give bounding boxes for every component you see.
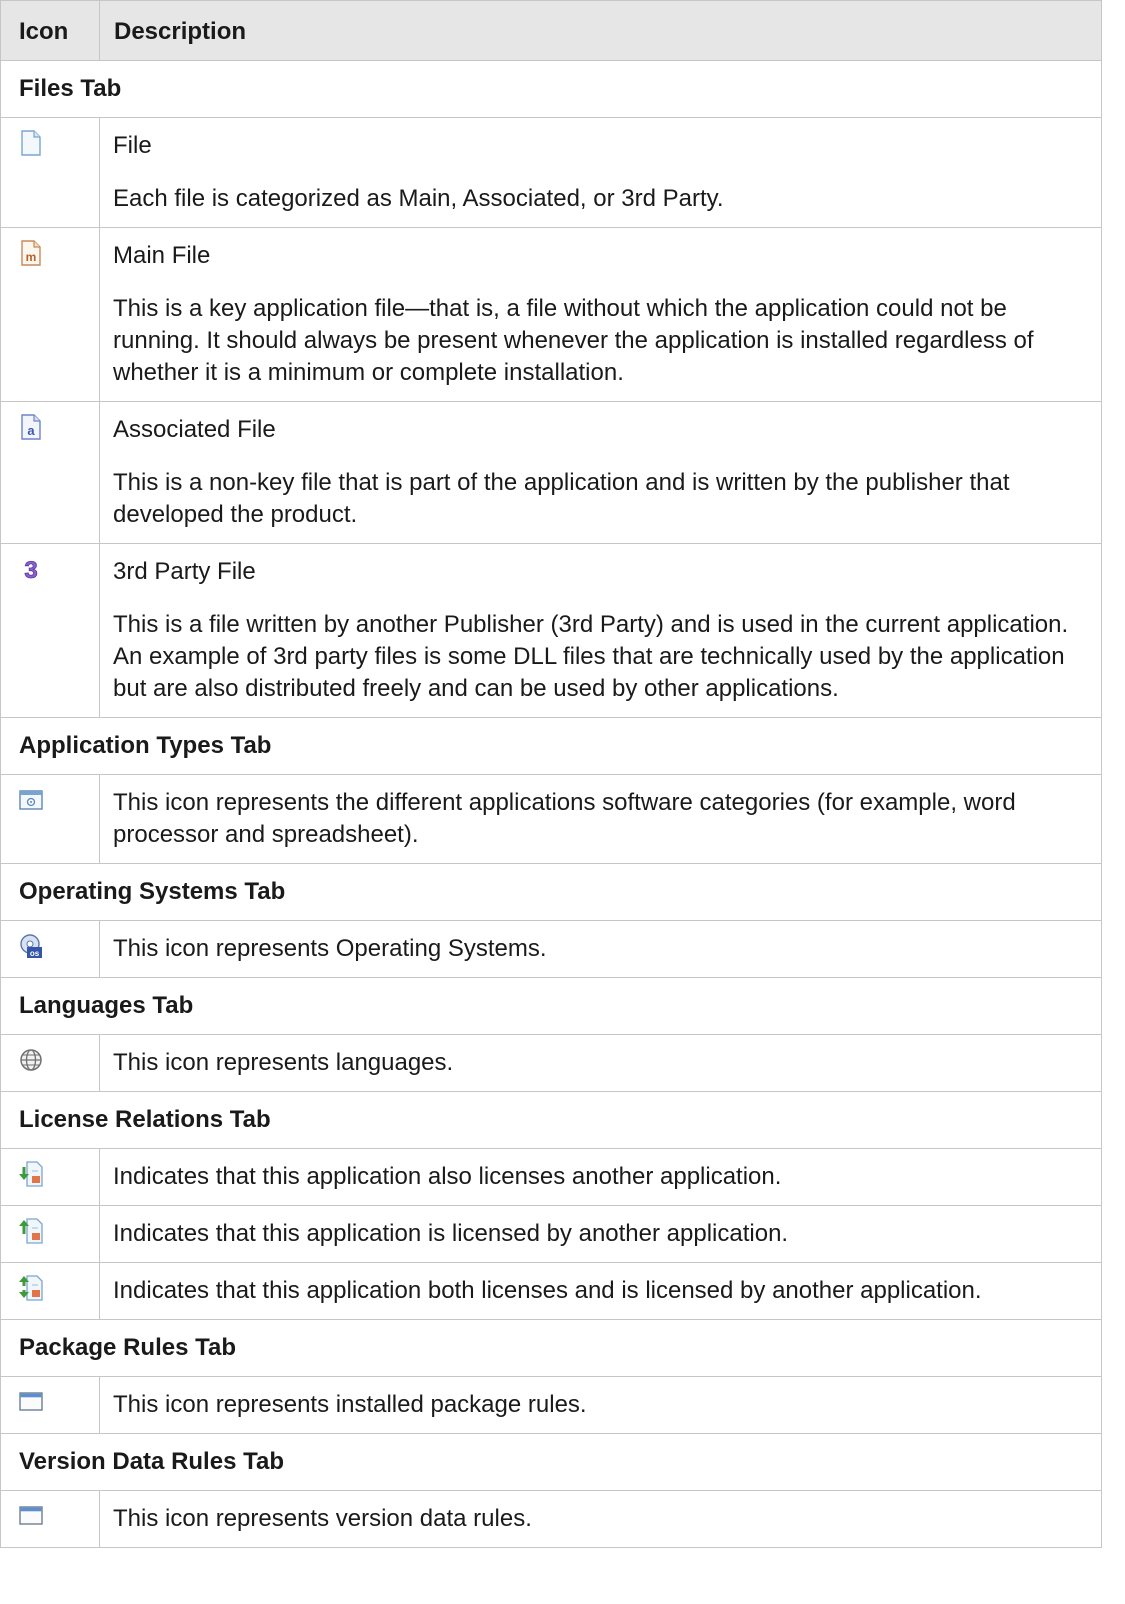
svg-text:m: m [26, 250, 37, 264]
section-header-row: Languages Tab [0, 977, 1102, 1035]
item-description: This is a non-key file that is part of t… [113, 469, 1010, 528]
description-cell: This icon represents version data rules. [99, 1490, 1102, 1548]
table-body: Files Tab File Each file is categorized as… [0, 60, 1102, 1548]
description-cell: 3rd Party File This is a file written by … [99, 543, 1102, 718]
section-header-row: Operating Systems Tab [0, 863, 1102, 921]
table-row: Indicates that this application is licen… [0, 1205, 1102, 1263]
description-column-header: Description [99, 0, 1102, 61]
description-cell: Indicates that this application is licen… [99, 1205, 1102, 1263]
licenses-both-icon [19, 1275, 43, 1301]
file-icon [19, 130, 43, 156]
table-row: 3 3rd Party File This is a file written by… [0, 543, 1102, 718]
item-description: Indicates that this application is licen… [113, 1220, 789, 1247]
icon-cell [0, 1490, 100, 1548]
icon-cell [0, 117, 100, 228]
licenses-other-icon [19, 1161, 43, 1187]
svg-text:a: a [27, 423, 35, 438]
item-name: File [113, 132, 152, 159]
main-file-icon: m [19, 240, 43, 266]
section-title: Package Rules Tab [0, 1319, 1102, 1377]
icon-cell: 3 [0, 543, 100, 718]
table-row: os This icon represents Operating Systems… [0, 920, 1102, 978]
item-description: This icon represents installed package r… [113, 1391, 587, 1418]
icon-cell [0, 1205, 100, 1263]
description-cell: This icon represents the different appli… [99, 774, 1102, 864]
icon-reference-table: Icon Description Files Tab File Each file … [0, 0, 1102, 1548]
description-cell: This icon represents installed package r… [99, 1376, 1102, 1434]
language-globe-icon [19, 1047, 43, 1073]
icon-cell [0, 1034, 100, 1092]
licensed-by-other-icon [19, 1218, 43, 1244]
item-description: This icon represents version data rules. [113, 1505, 532, 1532]
section-title: Application Types Tab [0, 717, 1102, 775]
item-description: This icon represents the different appli… [113, 789, 1016, 848]
section-header-row: Version Data Rules Tab [0, 1433, 1102, 1491]
icon-cell [0, 1262, 100, 1320]
application-type-icon [19, 787, 43, 813]
icon-cell [0, 1376, 100, 1434]
item-description: Each file is categorized as Main, Associ… [113, 185, 724, 212]
section-title: Files Tab [0, 60, 1102, 118]
description-cell: Main File This is a key application file—… [99, 227, 1102, 402]
item-description: This icon represents Operating Systems. [113, 935, 547, 962]
item-name: Main File [113, 242, 211, 269]
version-rule-window-icon [19, 1503, 43, 1529]
table-row: Indicates that this application also lic… [0, 1148, 1102, 1206]
icon-column-header: Icon [0, 0, 100, 61]
table-row: Indicates that this application both lic… [0, 1262, 1102, 1320]
description-cell: Indicates that this application both lic… [99, 1262, 1102, 1320]
table-row: m Main File This is a key application file… [0, 227, 1102, 402]
table-row: File Each file is categorized as Main, As… [0, 117, 1102, 228]
item-name: Associated File [113, 416, 276, 443]
item-description: Indicates that this application both lic… [113, 1277, 982, 1304]
section-header-row: License Relations Tab [0, 1091, 1102, 1149]
description-cell: This icon represents languages. [99, 1034, 1102, 1092]
item-description: This is a key application file—that is, … [113, 295, 1034, 386]
svg-text:3: 3 [24, 557, 37, 582]
svg-text:os: os [30, 949, 40, 958]
table-row: a Associated File This is a non-key file t… [0, 401, 1102, 544]
description-cell: File Each file is categorized as Main, As… [99, 117, 1102, 228]
table-header-row: Icon Description [0, 0, 1102, 61]
item-description: This is a file written by another Publis… [113, 611, 1069, 702]
table-row: This icon represents installed package r… [0, 1376, 1102, 1434]
table-row: This icon represents the different appli… [0, 774, 1102, 864]
icon-cell: os [0, 920, 100, 978]
section-title: Operating Systems Tab [0, 863, 1102, 921]
associated-file-icon: a [19, 414, 43, 440]
section-title: Version Data Rules Tab [0, 1433, 1102, 1491]
section-header-row: Package Rules Tab [0, 1319, 1102, 1377]
description-cell: Associated File This is a non-key file th… [99, 401, 1102, 544]
item-description: This icon represents languages. [113, 1049, 454, 1076]
operating-system-icon: os [19, 933, 43, 959]
section-header-row: Application Types Tab [0, 717, 1102, 775]
table-row: This icon represents languages. [0, 1034, 1102, 1092]
table-row: This icon represents version data rules. [0, 1490, 1102, 1548]
third-party-file-icon: 3 [19, 556, 43, 585]
section-title: License Relations Tab [0, 1091, 1102, 1149]
icon-cell [0, 1148, 100, 1206]
package-rule-window-icon [19, 1389, 43, 1415]
section-title: Languages Tab [0, 977, 1102, 1035]
description-cell: Indicates that this application also lic… [99, 1148, 1102, 1206]
icon-cell: m [0, 227, 100, 402]
item-description: Indicates that this application also lic… [113, 1163, 782, 1190]
item-name: 3rd Party File [113, 558, 256, 585]
section-header-row: Files Tab [0, 60, 1102, 118]
icon-cell: a [0, 401, 100, 544]
description-cell: This icon represents Operating Systems. [99, 920, 1102, 978]
icon-cell [0, 774, 100, 864]
